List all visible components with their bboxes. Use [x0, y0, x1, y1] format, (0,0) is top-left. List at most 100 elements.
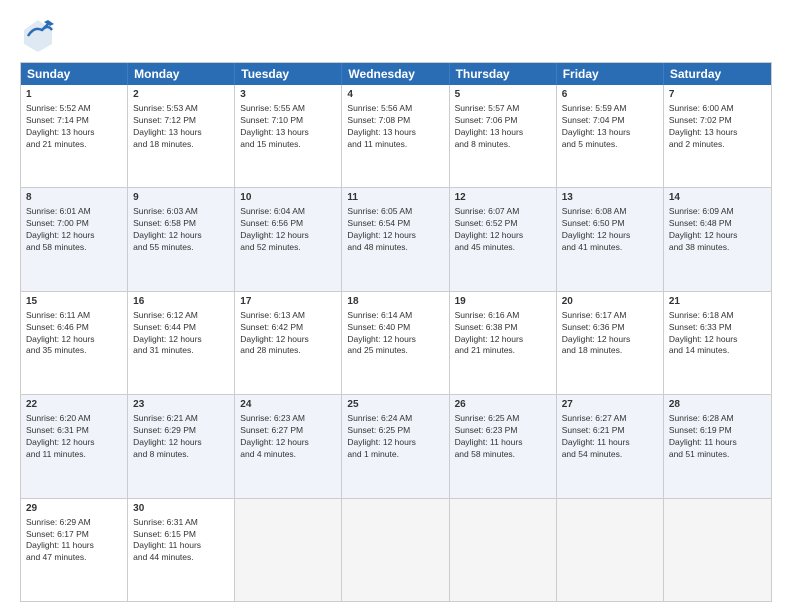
- day-info-line: Daylight: 12 hours: [455, 334, 551, 346]
- day-info-line: Daylight: 13 hours: [133, 127, 229, 139]
- day-info-line: Daylight: 12 hours: [347, 437, 443, 449]
- day-info-line: Daylight: 12 hours: [133, 334, 229, 346]
- day-info-line: and 54 minutes.: [562, 449, 658, 461]
- day-info-line: and 35 minutes.: [26, 345, 122, 357]
- day-info-line: Daylight: 13 hours: [455, 127, 551, 139]
- day-number: 29: [26, 502, 122, 516]
- day-info-line: and 25 minutes.: [347, 345, 443, 357]
- day-info-line: Sunset: 6:21 PM: [562, 425, 658, 437]
- day-number: 13: [562, 191, 658, 205]
- day-info-line: Daylight: 12 hours: [133, 437, 229, 449]
- day-info-line: Daylight: 11 hours: [133, 540, 229, 552]
- cal-cell-22: 22Sunrise: 6:20 AMSunset: 6:31 PMDayligh…: [21, 395, 128, 497]
- cal-cell-18: 18Sunrise: 6:14 AMSunset: 6:40 PMDayligh…: [342, 292, 449, 394]
- cal-cell-15: 15Sunrise: 6:11 AMSunset: 6:46 PMDayligh…: [21, 292, 128, 394]
- day-info-line: Daylight: 13 hours: [240, 127, 336, 139]
- day-info-line: Sunrise: 6:03 AM: [133, 206, 229, 218]
- day-info-line: Sunrise: 6:04 AM: [240, 206, 336, 218]
- header-cell-friday: Friday: [557, 63, 664, 85]
- day-number: 11: [347, 191, 443, 205]
- day-number: 21: [669, 295, 766, 309]
- day-info-line: Daylight: 11 hours: [669, 437, 766, 449]
- cal-cell-empty-3: [342, 499, 449, 601]
- header-cell-saturday: Saturday: [664, 63, 771, 85]
- day-number: 12: [455, 191, 551, 205]
- day-info-line: Sunrise: 6:05 AM: [347, 206, 443, 218]
- day-info-line: Sunrise: 6:23 AM: [240, 413, 336, 425]
- day-info-line: Sunset: 6:50 PM: [562, 218, 658, 230]
- header-cell-wednesday: Wednesday: [342, 63, 449, 85]
- day-info-line: Sunset: 6:33 PM: [669, 322, 766, 334]
- day-number: 24: [240, 398, 336, 412]
- day-info-line: Sunrise: 5:55 AM: [240, 103, 336, 115]
- header-cell-sunday: Sunday: [21, 63, 128, 85]
- day-info-line: Sunrise: 6:12 AM: [133, 310, 229, 322]
- day-info-line: Sunset: 7:10 PM: [240, 115, 336, 127]
- day-info-line: Daylight: 12 hours: [26, 230, 122, 242]
- cal-cell-8: 8Sunrise: 6:01 AMSunset: 7:00 PMDaylight…: [21, 188, 128, 290]
- day-info-line: Sunrise: 5:59 AM: [562, 103, 658, 115]
- day-info-line: Sunrise: 6:14 AM: [347, 310, 443, 322]
- day-info-line: Sunrise: 6:18 AM: [669, 310, 766, 322]
- day-number: 15: [26, 295, 122, 309]
- cal-cell-20: 20Sunrise: 6:17 AMSunset: 6:36 PMDayligh…: [557, 292, 664, 394]
- cal-cell-7: 7Sunrise: 6:00 AMSunset: 7:02 PMDaylight…: [664, 85, 771, 187]
- day-info-line: Sunset: 6:36 PM: [562, 322, 658, 334]
- day-info-line: and 58 minutes.: [26, 242, 122, 254]
- day-info-line: Daylight: 12 hours: [26, 437, 122, 449]
- cal-cell-14: 14Sunrise: 6:09 AMSunset: 6:48 PMDayligh…: [664, 188, 771, 290]
- cal-cell-1: 1Sunrise: 5:52 AMSunset: 7:14 PMDaylight…: [21, 85, 128, 187]
- cal-cell-17: 17Sunrise: 6:13 AMSunset: 6:42 PMDayligh…: [235, 292, 342, 394]
- day-info-line: and 48 minutes.: [347, 242, 443, 254]
- day-info-line: Daylight: 13 hours: [669, 127, 766, 139]
- day-number: 22: [26, 398, 122, 412]
- day-info-line: Sunrise: 6:11 AM: [26, 310, 122, 322]
- cal-cell-empty-5: [557, 499, 664, 601]
- day-info-line: Sunrise: 6:17 AM: [562, 310, 658, 322]
- day-info-line: Sunrise: 6:16 AM: [455, 310, 551, 322]
- cal-row-4: 29Sunrise: 6:29 AMSunset: 6:17 PMDayligh…: [21, 498, 771, 601]
- day-info-line: Sunset: 6:56 PM: [240, 218, 336, 230]
- day-number: 25: [347, 398, 443, 412]
- day-info-line: and 31 minutes.: [133, 345, 229, 357]
- cal-cell-21: 21Sunrise: 6:18 AMSunset: 6:33 PMDayligh…: [664, 292, 771, 394]
- cal-cell-25: 25Sunrise: 6:24 AMSunset: 6:25 PMDayligh…: [342, 395, 449, 497]
- cal-cell-3: 3Sunrise: 5:55 AMSunset: 7:10 PMDaylight…: [235, 85, 342, 187]
- cal-cell-19: 19Sunrise: 6:16 AMSunset: 6:38 PMDayligh…: [450, 292, 557, 394]
- cal-cell-26: 26Sunrise: 6:25 AMSunset: 6:23 PMDayligh…: [450, 395, 557, 497]
- day-info-line: and 2 minutes.: [669, 139, 766, 151]
- day-info-line: Sunset: 6:46 PM: [26, 322, 122, 334]
- day-info-line: Sunrise: 6:08 AM: [562, 206, 658, 218]
- cal-cell-29: 29Sunrise: 6:29 AMSunset: 6:17 PMDayligh…: [21, 499, 128, 601]
- day-info-line: Daylight: 11 hours: [562, 437, 658, 449]
- day-info-line: and 52 minutes.: [240, 242, 336, 254]
- cal-cell-9: 9Sunrise: 6:03 AMSunset: 6:58 PMDaylight…: [128, 188, 235, 290]
- cal-cell-2: 2Sunrise: 5:53 AMSunset: 7:12 PMDaylight…: [128, 85, 235, 187]
- day-info-line: Daylight: 12 hours: [240, 230, 336, 242]
- day-info-line: Sunrise: 6:27 AM: [562, 413, 658, 425]
- cal-cell-16: 16Sunrise: 6:12 AMSunset: 6:44 PMDayligh…: [128, 292, 235, 394]
- day-info-line: Daylight: 12 hours: [347, 334, 443, 346]
- day-info-line: Daylight: 12 hours: [669, 334, 766, 346]
- day-info-line: Daylight: 12 hours: [240, 437, 336, 449]
- header-cell-tuesday: Tuesday: [235, 63, 342, 85]
- day-number: 23: [133, 398, 229, 412]
- day-info-line: Sunrise: 5:52 AM: [26, 103, 122, 115]
- day-info-line: Sunrise: 6:29 AM: [26, 517, 122, 529]
- day-info-line: Daylight: 12 hours: [455, 230, 551, 242]
- day-info-line: and 58 minutes.: [455, 449, 551, 461]
- day-number: 19: [455, 295, 551, 309]
- day-info-line: and 5 minutes.: [562, 139, 658, 151]
- logo: [20, 16, 60, 52]
- day-info-line: and 1 minute.: [347, 449, 443, 461]
- day-info-line: Daylight: 11 hours: [26, 540, 122, 552]
- day-number: 2: [133, 88, 229, 102]
- day-info-line: Sunrise: 6:20 AM: [26, 413, 122, 425]
- day-info-line: and 15 minutes.: [240, 139, 336, 151]
- cal-cell-empty-6: [664, 499, 771, 601]
- day-info-line: Daylight: 12 hours: [669, 230, 766, 242]
- day-info-line: Sunset: 6:40 PM: [347, 322, 443, 334]
- day-info-line: and 11 minutes.: [347, 139, 443, 151]
- day-info-line: Sunset: 6:23 PM: [455, 425, 551, 437]
- day-number: 7: [669, 88, 766, 102]
